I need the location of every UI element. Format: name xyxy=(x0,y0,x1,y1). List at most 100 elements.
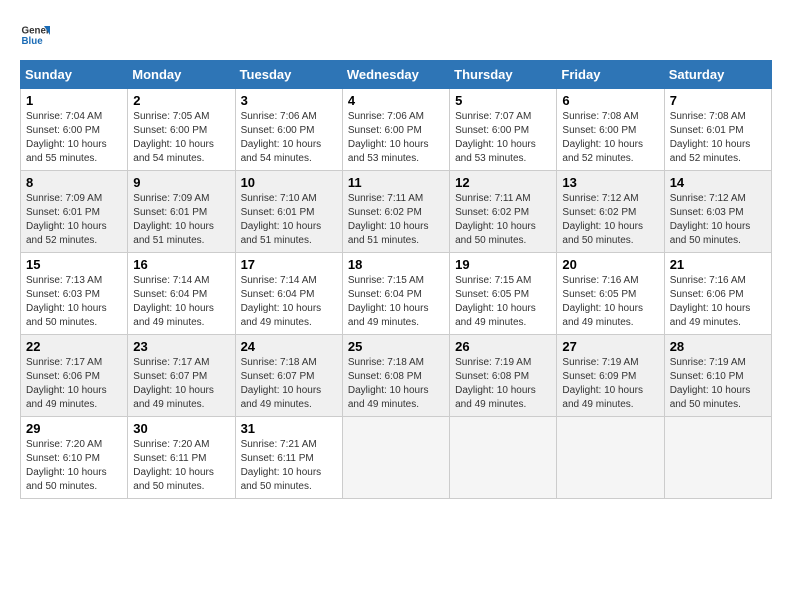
day-info: Sunrise: 7:20 AM Sunset: 6:10 PM Dayligh… xyxy=(26,438,122,494)
calendar-cell: 25 Sunrise: 7:18 AM Sunset: 6:08 PM Dayli… xyxy=(342,335,449,417)
day-number: 3 xyxy=(241,93,337,108)
day-info: Sunrise: 7:12 AM Sunset: 6:03 PM Dayligh… xyxy=(670,192,766,248)
calendar-cell: 24 Sunrise: 7:18 AM Sunset: 6:07 PM Dayli… xyxy=(235,335,342,417)
day-info: Sunrise: 7:17 AM Sunset: 6:07 PM Dayligh… xyxy=(133,356,229,412)
day-number: 22 xyxy=(26,339,122,354)
day-number: 5 xyxy=(455,93,551,108)
week-row-5: 29 Sunrise: 7:20 AM Sunset: 6:10 PM Dayli… xyxy=(21,417,772,499)
calendar-cell: 21Sunrise: 7:16 AM Sunset: 6:06 PM Dayli… xyxy=(664,253,771,335)
day-info: Sunrise: 7:20 AM Sunset: 6:11 PM Dayligh… xyxy=(133,438,229,494)
day-info: Sunrise: 7:05 AM Sunset: 6:00 PM Dayligh… xyxy=(133,110,229,166)
day-number: 8 xyxy=(26,175,122,190)
day-info: Sunrise: 7:11 AM Sunset: 6:02 PM Dayligh… xyxy=(348,192,444,248)
day-info: Sunrise: 7:15 AM Sunset: 6:04 PM Dayligh… xyxy=(348,274,444,330)
calendar-cell: 11 Sunrise: 7:11 AM Sunset: 6:02 PM Dayli… xyxy=(342,171,449,253)
day-info: Sunrise: 7:06 AM Sunset: 6:00 PM Dayligh… xyxy=(241,110,337,166)
calendar-cell: 13Sunrise: 7:12 AM Sunset: 6:02 PM Dayli… xyxy=(557,171,664,253)
weekday-header-sunday: Sunday xyxy=(21,61,128,89)
day-number: 14 xyxy=(670,175,766,190)
calendar-cell: 27 Sunrise: 7:19 AM Sunset: 6:09 PM Dayli… xyxy=(557,335,664,417)
day-info: Sunrise: 7:10 AM Sunset: 6:01 PM Dayligh… xyxy=(241,192,337,248)
day-info: Sunrise: 7:16 AM Sunset: 6:05 PM Dayligh… xyxy=(562,274,658,330)
calendar-cell: 9 Sunrise: 7:09 AM Sunset: 6:01 PM Daylig… xyxy=(128,171,235,253)
day-info: Sunrise: 7:21 AM Sunset: 6:11 PM Dayligh… xyxy=(241,438,337,494)
weekday-header-wednesday: Wednesday xyxy=(342,61,449,89)
calendar-cell: 26Sunrise: 7:19 AM Sunset: 6:08 PM Dayli… xyxy=(450,335,557,417)
day-info: Sunrise: 7:09 AM Sunset: 6:01 PM Dayligh… xyxy=(133,192,229,248)
calendar-cell: 12 Sunrise: 7:11 AM Sunset: 6:02 PM Dayli… xyxy=(450,171,557,253)
calendar-cell: 18Sunrise: 7:15 AM Sunset: 6:04 PM Dayli… xyxy=(342,253,449,335)
week-row-3: 15 Sunrise: 7:13 AM Sunset: 6:03 PM Dayli… xyxy=(21,253,772,335)
day-number: 12 xyxy=(455,175,551,190)
day-number: 25 xyxy=(348,339,444,354)
weekday-header-thursday: Thursday xyxy=(450,61,557,89)
week-row-4: 22Sunrise: 7:17 AM Sunset: 6:06 PM Dayli… xyxy=(21,335,772,417)
calendar-cell xyxy=(450,417,557,499)
calendar-cell: 15 Sunrise: 7:13 AM Sunset: 6:03 PM Dayli… xyxy=(21,253,128,335)
calendar-cell: 16Sunrise: 7:14 AM Sunset: 6:04 PM Dayli… xyxy=(128,253,235,335)
day-number: 11 xyxy=(348,175,444,190)
calendar-cell: 7 Sunrise: 7:08 AM Sunset: 6:01 PM Daylig… xyxy=(664,89,771,171)
day-number: 17 xyxy=(241,257,337,272)
day-number: 26 xyxy=(455,339,551,354)
day-number: 20 xyxy=(562,257,658,272)
day-number: 27 xyxy=(562,339,658,354)
day-info: Sunrise: 7:08 AM Sunset: 6:00 PM Dayligh… xyxy=(562,110,658,166)
calendar-cell: 3 Sunrise: 7:06 AM Sunset: 6:00 PM Daylig… xyxy=(235,89,342,171)
weekday-header-tuesday: Tuesday xyxy=(235,61,342,89)
calendar-cell: 19 Sunrise: 7:15 AM Sunset: 6:05 PM Dayli… xyxy=(450,253,557,335)
day-number: 13 xyxy=(562,175,658,190)
day-number: 29 xyxy=(26,421,122,436)
day-info: Sunrise: 7:11 AM Sunset: 6:02 PM Dayligh… xyxy=(455,192,551,248)
calendar-cell xyxy=(342,417,449,499)
calendar-cell: 1Sunrise: 7:04 AM Sunset: 6:00 PM Daylig… xyxy=(21,89,128,171)
day-info: Sunrise: 7:06 AM Sunset: 6:00 PM Dayligh… xyxy=(348,110,444,166)
day-info: Sunrise: 7:18 AM Sunset: 6:08 PM Dayligh… xyxy=(348,356,444,412)
calendar-cell: 6 Sunrise: 7:08 AM Sunset: 6:00 PM Daylig… xyxy=(557,89,664,171)
day-number: 24 xyxy=(241,339,337,354)
day-number: 9 xyxy=(133,175,229,190)
calendar-cell: 2 Sunrise: 7:05 AM Sunset: 6:00 PM Daylig… xyxy=(128,89,235,171)
calendar-cell: 22Sunrise: 7:17 AM Sunset: 6:06 PM Dayli… xyxy=(21,335,128,417)
day-number: 28 xyxy=(670,339,766,354)
calendar-cell: 17 Sunrise: 7:14 AM Sunset: 6:04 PM Dayli… xyxy=(235,253,342,335)
day-info: Sunrise: 7:08 AM Sunset: 6:01 PM Dayligh… xyxy=(670,110,766,166)
day-info: Sunrise: 7:15 AM Sunset: 6:05 PM Dayligh… xyxy=(455,274,551,330)
day-number: 2 xyxy=(133,93,229,108)
weekday-header-monday: Monday xyxy=(128,61,235,89)
header-area: General Blue xyxy=(20,20,772,50)
calendar-cell: 31 Sunrise: 7:21 AM Sunset: 6:11 PM Dayli… xyxy=(235,417,342,499)
calendar: SundayMondayTuesdayWednesdayThursdayFrid… xyxy=(20,60,772,499)
day-number: 30 xyxy=(133,421,229,436)
day-number: 15 xyxy=(26,257,122,272)
week-row-2: 8 Sunrise: 7:09 AM Sunset: 6:01 PM Daylig… xyxy=(21,171,772,253)
day-info: Sunrise: 7:14 AM Sunset: 6:04 PM Dayligh… xyxy=(241,274,337,330)
day-number: 19 xyxy=(455,257,551,272)
day-number: 10 xyxy=(241,175,337,190)
calendar-cell: 30 Sunrise: 7:20 AM Sunset: 6:11 PM Dayli… xyxy=(128,417,235,499)
calendar-cell: 10 Sunrise: 7:10 AM Sunset: 6:01 PM Dayli… xyxy=(235,171,342,253)
day-number: 16 xyxy=(133,257,229,272)
calendar-cell xyxy=(557,417,664,499)
day-info: Sunrise: 7:19 AM Sunset: 6:09 PM Dayligh… xyxy=(562,356,658,412)
day-number: 7 xyxy=(670,93,766,108)
day-info: Sunrise: 7:13 AM Sunset: 6:03 PM Dayligh… xyxy=(26,274,122,330)
day-number: 23 xyxy=(133,339,229,354)
day-number: 31 xyxy=(241,421,337,436)
weekday-header-friday: Friday xyxy=(557,61,664,89)
day-info: Sunrise: 7:07 AM Sunset: 6:00 PM Dayligh… xyxy=(455,110,551,166)
day-info: Sunrise: 7:16 AM Sunset: 6:06 PM Dayligh… xyxy=(670,274,766,330)
svg-text:Blue: Blue xyxy=(22,36,44,47)
calendar-cell: 14 Sunrise: 7:12 AM Sunset: 6:03 PM Dayli… xyxy=(664,171,771,253)
calendar-cell: 8Sunrise: 7:09 AM Sunset: 6:01 PM Daylig… xyxy=(21,171,128,253)
calendar-cell: 5 Sunrise: 7:07 AM Sunset: 6:00 PM Daylig… xyxy=(450,89,557,171)
day-number: 4 xyxy=(348,93,444,108)
logo-icon: General Blue xyxy=(20,20,50,50)
calendar-cell xyxy=(664,417,771,499)
day-info: Sunrise: 7:18 AM Sunset: 6:07 PM Dayligh… xyxy=(241,356,337,412)
weekday-header-row: SundayMondayTuesdayWednesdayThursdayFrid… xyxy=(21,61,772,89)
calendar-cell: 20 Sunrise: 7:16 AM Sunset: 6:05 PM Dayli… xyxy=(557,253,664,335)
day-number: 1 xyxy=(26,93,122,108)
calendar-cell: 4 Sunrise: 7:06 AM Sunset: 6:00 PM Daylig… xyxy=(342,89,449,171)
day-number: 6 xyxy=(562,93,658,108)
